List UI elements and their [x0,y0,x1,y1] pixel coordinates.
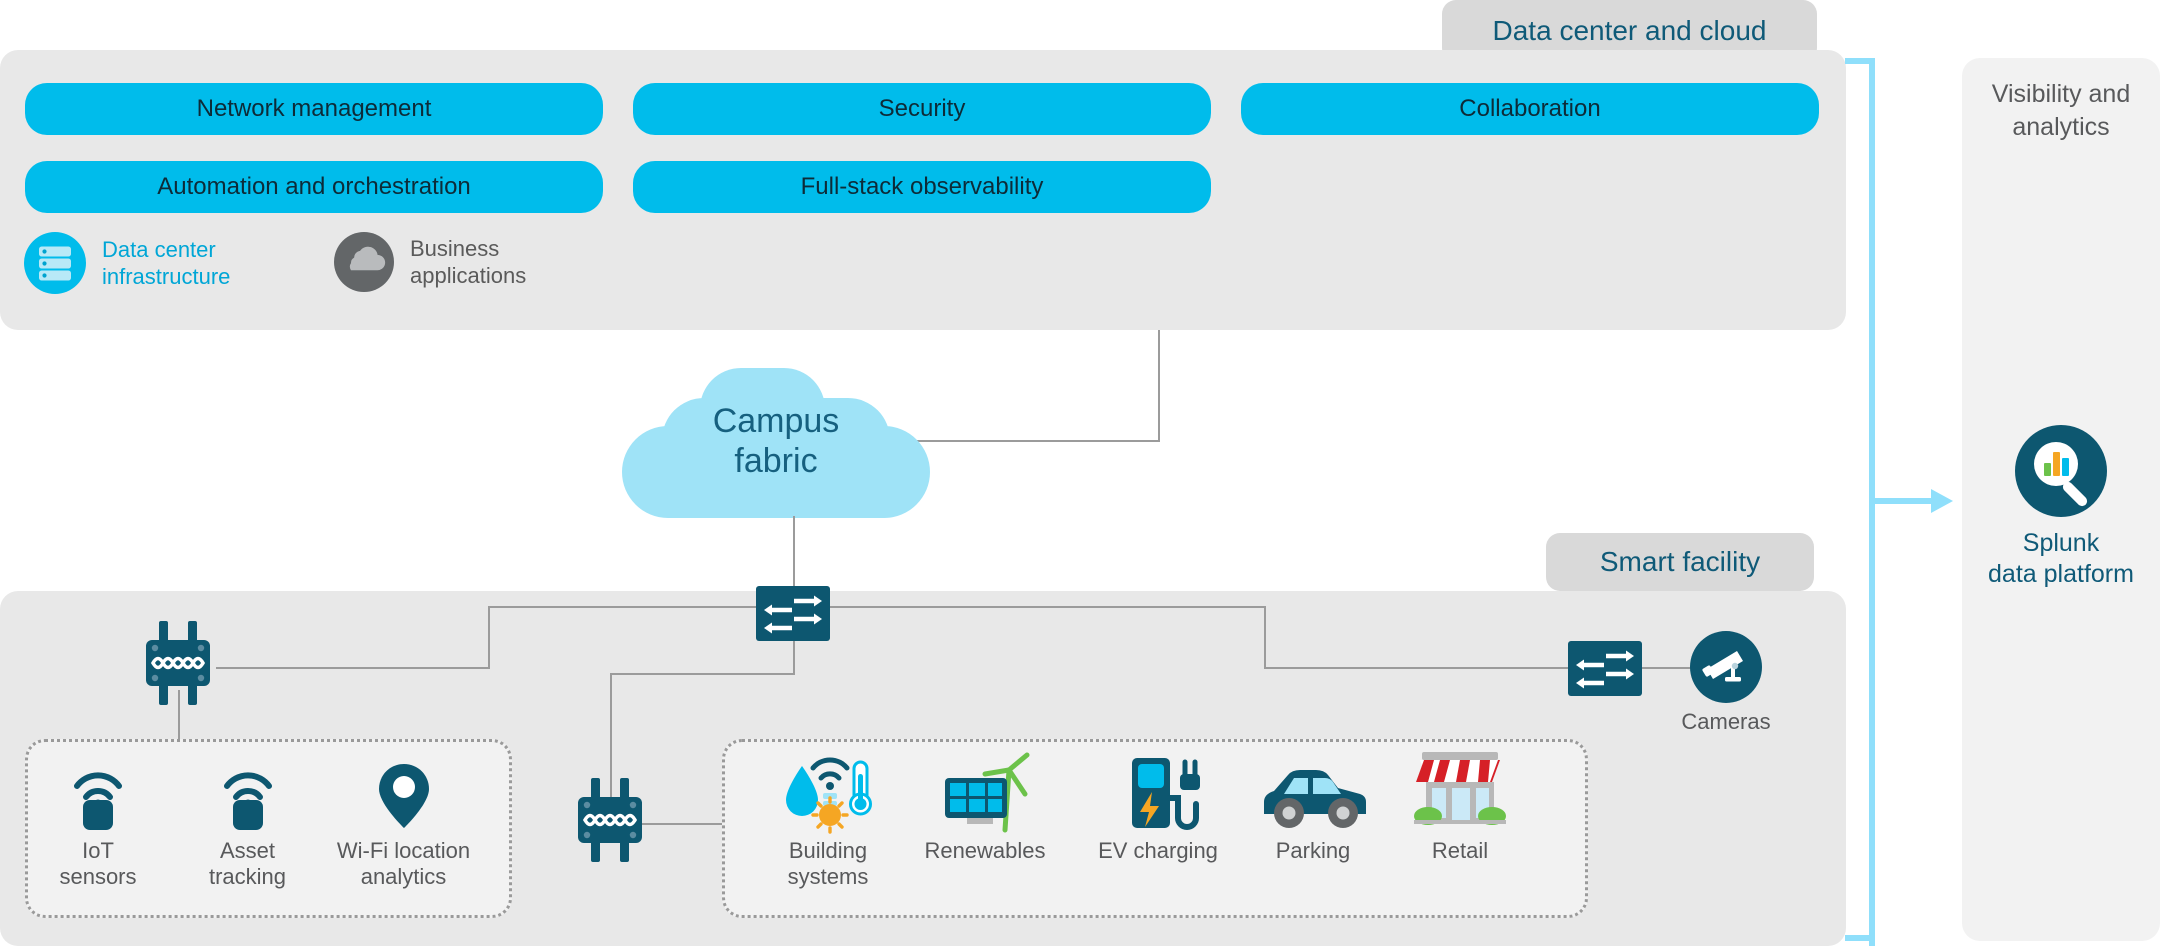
visibility-chip-label: Visibility and analytics [1991,80,2131,141]
wire-core-to-right-branch [793,606,1266,608]
access-point-left-icon [136,621,220,705]
asset-tracking-label: Asset tracking [208,838,287,889]
visibility-bracket-bottom [1845,935,1875,941]
wire-cloud-to-core-switch [793,516,795,586]
splunk-data-platform-label: Splunk data platform [1988,529,2134,588]
wire-right-branch-to-edge-switch [1264,667,1574,669]
pill-full-stack-observability[interactable]: Full-stack observability [633,161,1211,213]
smart-facility-chip: Smart facility [1546,533,1814,591]
server-rack-icon [24,232,86,294]
tile-renewables[interactable]: Renewables [920,752,1050,864]
business-applications-item[interactable]: Business applications [334,232,526,292]
core-switch-icon [756,586,830,641]
iot-sensors-label: IoT sensors [59,838,137,889]
business-applications-label: Business applications [410,235,527,289]
tile-iot-sensors[interactable]: IoT sensors [48,764,148,890]
wire-datacenter-to-cloud-horizontal [908,440,1160,442]
wire-core-to-bottom-ap-horizontal [610,673,795,675]
visibility-arrow-icon [1869,488,1954,514]
tile-ev-charging[interactable]: EV charging [1088,752,1228,864]
campus-fabric-cloud: Campus fabric [622,368,930,518]
ev-charging-label: EV charging [1098,838,1218,863]
iot-sensor-icon [69,764,127,830]
car-icon [1258,752,1368,830]
tile-building-systems[interactable]: Building systems [768,752,888,890]
cameras-label: Cameras [1681,709,1771,734]
retail-label: Retail [1431,838,1489,863]
wire-core-to-left-branch [488,606,795,608]
pill-automation-and-orchestration[interactable]: Automation and orchestration [25,161,603,213]
parking-label: Parking [1275,838,1351,863]
pill-security[interactable]: Security [633,83,1211,135]
data-center-infrastructure-label: Data center infrastructure [102,236,231,290]
renewables-label: Renewables [924,838,1046,863]
splunk-data-platform-icon [2015,425,2107,517]
storefront-icon [1414,750,1506,830]
building-systems-label: Building systems [787,838,869,889]
wire-left-branch-down [488,606,490,669]
tile-wifi-location-analytics[interactable]: Wi-Fi location analytics [316,762,491,890]
pill-collaboration[interactable]: Collaboration [1241,83,1819,135]
map-pin-icon [375,762,433,830]
cameras-icon [1690,631,1762,703]
cloud-app-icon [334,232,394,292]
campus-fabric-label: Campus fabric [712,402,840,481]
tile-retail[interactable]: Retail [1400,750,1520,864]
data-center-infrastructure-item[interactable]: Data center infrastructure [24,232,230,294]
tile-asset-tracking[interactable]: Asset tracking [190,764,305,890]
edge-switch-icon [1568,641,1642,696]
wire-datacenter-to-cloud-vertical [1158,330,1160,442]
access-point-bottom-icon [568,778,652,862]
tile-parking[interactable]: Parking [1248,752,1378,864]
wifi-location-analytics-label: Wi-Fi location analytics [336,838,471,889]
wire-right-branch-down [1264,606,1266,669]
building-systems-icon [782,752,874,834]
pill-network-management[interactable]: Network management [25,83,603,135]
asset-tag-icon [219,764,277,830]
renewables-icon [939,752,1031,833]
wire-left-branch-to-ap [216,667,490,669]
ev-charger-icon [1112,752,1204,830]
visibility-bracket-top [1845,58,1875,64]
